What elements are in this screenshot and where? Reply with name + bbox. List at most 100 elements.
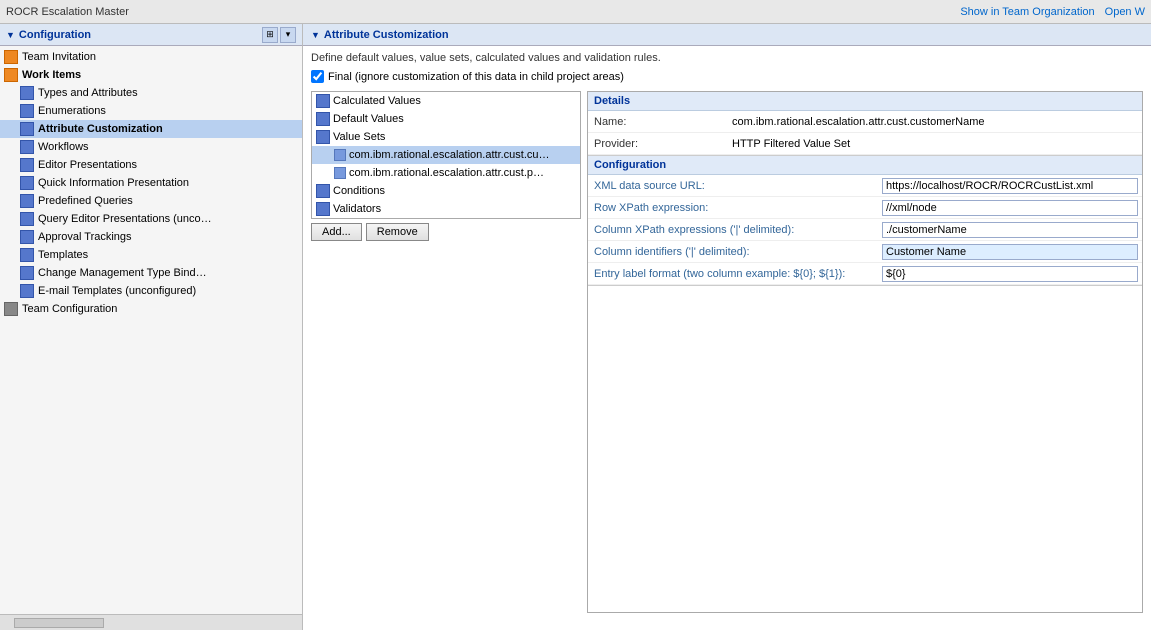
sidebar-item-label-13: E-mail Templates (unconfigured) — [38, 285, 196, 297]
remove-button[interactable]: Remove — [366, 223, 429, 241]
right-panel: Attribute Customization Define default v… — [303, 24, 1151, 630]
sidebar-item-12[interactable]: Change Management Type Bind… — [0, 264, 302, 282]
tree-panel-item-2[interactable]: Value Sets — [312, 128, 580, 146]
sidebar-item-icon-1 — [4, 68, 18, 82]
sidebar-item-icon-8 — [20, 194, 34, 208]
sidebar-item-icon-12 — [20, 266, 34, 280]
final-checkbox[interactable] — [311, 70, 324, 83]
sidebar-item-label-6: Editor Presentations — [38, 159, 137, 171]
configuration-section: Configuration XML data source URL: Row XP… — [588, 156, 1142, 286]
sidebar-item-14[interactable]: Team Configuration — [0, 300, 302, 318]
sidebar: Configuration ⊞ ▾ Team InvitationWork It… — [0, 24, 303, 630]
sidebar-item-8[interactable]: Predefined Queries — [0, 192, 302, 210]
tree-panel-icon-3 — [334, 149, 346, 161]
sidebar-item-label-3: Enumerations — [38, 105, 106, 117]
sidebar-item-icon-2 — [20, 86, 34, 100]
sidebar-item-7[interactable]: Quick Information Presentation — [0, 174, 302, 192]
sidebar-item-9[interactable]: Query Editor Presentations (unco… — [0, 210, 302, 228]
attr-description: Define default values, value sets, calcu… — [311, 52, 1143, 64]
tree-panel-icon-0 — [316, 94, 330, 108]
sidebar-horizontal-scrollbar[interactable] — [0, 614, 302, 630]
tree-panel-item-4[interactable]: com.ibm.rational.escalation.attr.cust.p… — [312, 164, 580, 182]
details-section-header: Details — [588, 92, 1142, 111]
tree-panel-label-4: com.ibm.rational.escalation.attr.cust.p… — [349, 167, 544, 179]
sidebar-item-label-10: Approval Trackings — [38, 231, 132, 243]
show-in-team-org-link[interactable]: Show in Team Organization — [960, 6, 1094, 18]
sidebar-item-label-4: Attribute Customization — [38, 123, 163, 135]
sidebar-item-label-8: Predefined Queries — [38, 195, 133, 207]
config-value-1[interactable] — [878, 198, 1142, 218]
sidebar-item-1[interactable]: Work Items — [0, 66, 302, 84]
sidebar-tree[interactable]: Team Invitation Work Items Types and Attri… — [0, 46, 302, 614]
sidebar-item-2[interactable]: Types and Attributes — [0, 84, 302, 102]
sidebar-item-10[interactable]: Approval Trackings — [0, 228, 302, 246]
add-button[interactable]: Add... — [311, 223, 362, 241]
sidebar-icon-btn-2[interactable]: ▾ — [280, 27, 296, 43]
sidebar-item-3[interactable]: Enumerations — [0, 102, 302, 120]
tree-panel-item-1[interactable]: Default Values — [312, 110, 580, 128]
final-checkbox-label: Final (ignore customization of this data… — [328, 71, 624, 83]
sidebar-item-icon-10 — [20, 230, 34, 244]
config-value-4[interactable] — [878, 264, 1142, 284]
tree-panel-label-2: Value Sets — [333, 131, 385, 143]
sidebar-item-icon-9 — [20, 212, 34, 226]
config-input-1[interactable] — [882, 200, 1138, 216]
window-title: ROCR Escalation Master — [6, 6, 129, 18]
sidebar-item-label-1: Work Items — [22, 69, 81, 81]
config-label-2: Column XPath expressions ('|' delimited)… — [588, 221, 878, 239]
sidebar-item-icon-13 — [20, 284, 34, 298]
config-input-3[interactable] — [882, 244, 1138, 260]
tree-panel-item-5[interactable]: Conditions — [312, 182, 580, 200]
attr-customization-title: Attribute Customization — [311, 29, 449, 41]
tree-panel-label-1: Default Values — [333, 113, 404, 125]
tree-panel-label-5: Conditions — [333, 185, 385, 197]
sidebar-item-icon-14 — [4, 302, 18, 316]
sidebar-item-11[interactable]: Templates — [0, 246, 302, 264]
sidebar-item-5[interactable]: Workflows — [0, 138, 302, 156]
config-row-3: Column identifiers ('|' delimited): — [588, 241, 1142, 263]
details-provider-row: Provider: HTTP Filtered Value Set — [588, 133, 1142, 155]
sidebar-item-label-5: Workflows — [38, 141, 89, 153]
sidebar-icon-btn-1[interactable]: ⊞ — [262, 27, 278, 43]
sidebar-item-13[interactable]: E-mail Templates (unconfigured) — [0, 282, 302, 300]
tree-panel[interactable]: Calculated Values Default Values Value Set… — [311, 91, 581, 219]
tree-panel-item-0[interactable]: Calculated Values — [312, 92, 580, 110]
configuration-section-header: Configuration — [588, 156, 1142, 175]
config-value-0[interactable] — [878, 176, 1142, 196]
config-value-3[interactable] — [878, 242, 1142, 262]
sidebar-item-label-11: Templates — [38, 249, 88, 261]
tree-panel-label-6: Validators — [333, 203, 381, 215]
sidebar-item-icon-5 — [20, 140, 34, 154]
sidebar-item-icon-6 — [20, 158, 34, 172]
details-name-row: Name: com.ibm.rational.escalation.attr.c… — [588, 111, 1142, 133]
sidebar-item-label-0: Team Invitation — [22, 51, 96, 63]
config-row-0: XML data source URL: — [588, 175, 1142, 197]
tree-panel-label-3: com.ibm.rational.escalation.attr.cust.cu… — [349, 149, 550, 161]
sidebar-item-0[interactable]: Team Invitation — [0, 48, 302, 66]
tree-panel-item-6[interactable]: Validators — [312, 200, 580, 218]
tree-panel-icon-5 — [316, 184, 330, 198]
config-input-2[interactable] — [882, 222, 1138, 238]
details-section: Details Name: com.ibm.rational.escalatio… — [588, 92, 1142, 156]
config-label-3: Column identifiers ('|' delimited): — [588, 243, 878, 261]
config-value-2[interactable] — [878, 220, 1142, 240]
title-bar: ROCR Escalation Master Show in Team Orga… — [0, 0, 1151, 24]
tree-panel-icon-4 — [334, 167, 346, 179]
sidebar-item-6[interactable]: Editor Presentations — [0, 156, 302, 174]
config-label-1: Row XPath expression: — [588, 199, 878, 217]
config-input-0[interactable] — [882, 178, 1138, 194]
title-bar-links: Show in Team Organization Open W — [960, 6, 1145, 18]
config-input-4[interactable] — [882, 266, 1138, 282]
sidebar-item-label-9: Query Editor Presentations (unco… — [38, 213, 212, 225]
config-label-4: Entry label format (two column example: … — [588, 265, 878, 283]
open-w-link[interactable]: Open W — [1105, 6, 1145, 18]
tree-panel-item-3[interactable]: com.ibm.rational.escalation.attr.cust.cu… — [312, 146, 580, 164]
sidebar-item-label-14: Team Configuration — [22, 303, 117, 315]
config-row-4: Entry label format (two column example: … — [588, 263, 1142, 285]
sidebar-item-icon-7 — [20, 176, 34, 190]
attr-split-area: Calculated Values Default Values Value Set… — [311, 91, 1143, 613]
tree-panel-label-0: Calculated Values — [333, 95, 421, 107]
config-row-2: Column XPath expressions ('|' delimited)… — [588, 219, 1142, 241]
sidebar-item-4[interactable]: Attribute Customization — [0, 120, 302, 138]
tree-panel-icon-1 — [316, 112, 330, 126]
